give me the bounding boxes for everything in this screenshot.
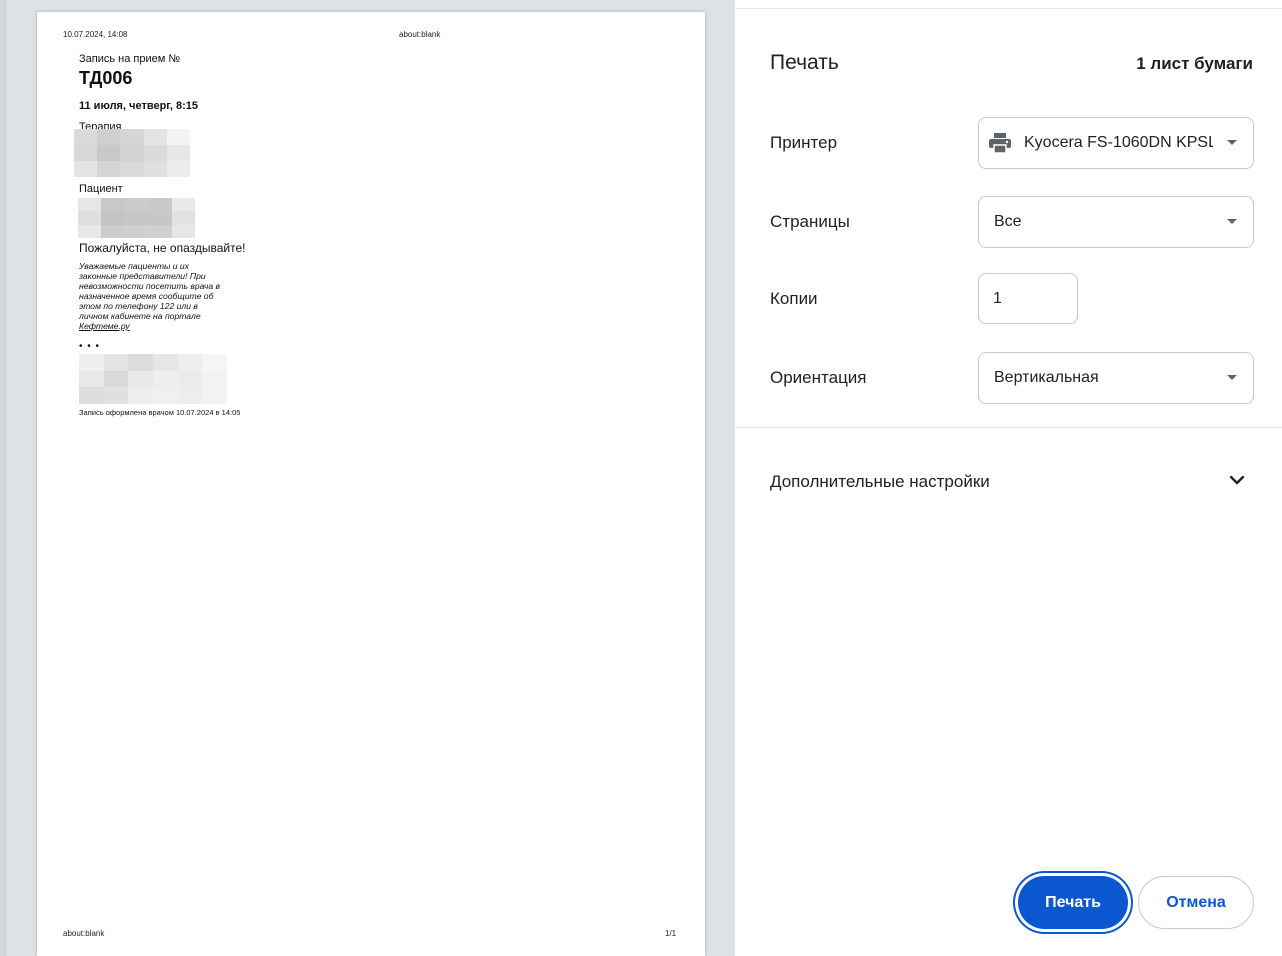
appointment-number: ТД006 [79, 68, 133, 88]
print-preview-area: 10.07.2024, 14:08 about:blank Запись на … [0, 0, 735, 956]
print-settings-panel: Печать 1 лист бумаги Принтер Kyocera FS-… [735, 0, 1282, 956]
page-footer-number: 1/1 [665, 929, 677, 938]
copies-label: Копии [770, 289, 818, 308]
late-warning: Пожалуйста, не опаздывайте! [79, 241, 246, 255]
page-header-url: about:blank [399, 30, 441, 39]
pages-select[interactable]: Все [978, 196, 1254, 248]
preview-page: 10.07.2024, 14:08 about:blank Запись на … [37, 12, 705, 956]
notice-line: этом по телефону 122 или в [79, 301, 198, 311]
notice-line: законные представители! При [79, 271, 206, 281]
pages-value: Все [994, 213, 1022, 230]
created-by-note: Запись оформлена врачом 10.07.2024 в 14:… [79, 408, 241, 417]
orientation-label: Ориентация [770, 368, 867, 387]
patient-label: Пациент [79, 183, 123, 195]
page-footer-url: about:blank [63, 929, 105, 938]
notice-line: личном кабинете на портале [79, 311, 201, 321]
page-header-date: 10.07.2024, 14:08 [63, 30, 128, 39]
sheet-count: 1 лист бумаги [1136, 54, 1253, 73]
notice-line: Уважаемые пациенты и их [79, 261, 189, 271]
cancel-button[interactable]: Отмена [1138, 876, 1254, 929]
portal-link: Кефтеме.ру [79, 321, 130, 331]
printer-select[interactable]: Kyocera FS-1060DN KPSL [978, 117, 1254, 169]
appointment-heading: Запись на прием № [79, 53, 181, 65]
print-button[interactable]: Печать [1018, 876, 1128, 929]
notice-line: назначенное время сообщите об [79, 291, 214, 301]
more-settings-label: Дополнительные настройки [770, 472, 990, 491]
printer-value: Kyocera FS-1060DN KPSL [1024, 134, 1213, 151]
copies-input[interactable] [978, 273, 1078, 324]
orientation-value: Вертикальная [994, 369, 1099, 386]
patient-notice: Уважаемые пациенты и их законные предста… [79, 261, 259, 331]
orientation-select[interactable]: Вертикальная [978, 352, 1254, 404]
appointment-datetime: 11 июля, четверг, 8:15 [79, 100, 199, 112]
printer-icon [989, 133, 1011, 154]
dialog-title: Печать [770, 51, 839, 74]
pages-label: Страницы [770, 212, 850, 231]
section-divider [735, 427, 1282, 428]
notice-line: невозможности посетить врача в [79, 281, 220, 291]
more-settings-toggle[interactable]: Дополнительные настройки [735, 458, 1282, 506]
separator-dots: • • • [79, 341, 101, 352]
redacted-contact-info [79, 354, 227, 404]
dropdown-arrow-icon [1227, 375, 1237, 380]
preview-edge-strip [0, 0, 6, 956]
dropdown-arrow-icon [1227, 140, 1237, 145]
chevron-down-icon [1229, 475, 1245, 485]
dropdown-arrow-icon [1227, 219, 1237, 224]
redacted-doctor-name [74, 129, 190, 177]
redacted-patient-name [78, 198, 195, 238]
panel-top-divider [735, 8, 1282, 9]
printer-label: Принтер [770, 133, 838, 152]
